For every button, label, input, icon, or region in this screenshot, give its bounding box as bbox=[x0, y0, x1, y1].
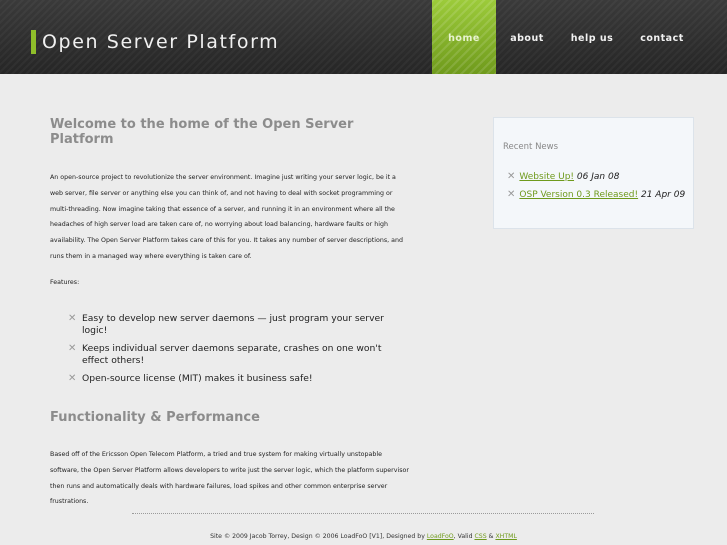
feature-text: Easy to develop new server daemons — jus… bbox=[82, 312, 384, 337]
recent-news-panel: Recent News ✕ Website Up! 06 Jan 08 ✕ OSP … bbox=[493, 117, 694, 229]
news-link-osp-release[interactable]: OSP Version 0.3 Released! bbox=[519, 190, 638, 200]
cross-bullet-icon: ✕ bbox=[507, 189, 516, 200]
feature-text: Open-source license (MIT) makes it busin… bbox=[82, 372, 313, 384]
nav-about-label: about bbox=[510, 32, 544, 44]
footer-css-link[interactable]: CSS bbox=[474, 533, 486, 540]
nav-home-label: home bbox=[448, 32, 480, 44]
news-date: 06 Jan 08 bbox=[576, 172, 620, 182]
footer-designer-link[interactable]: LoadFoO bbox=[427, 533, 454, 540]
nav-about[interactable]: about bbox=[496, 0, 558, 74]
list-item: ✕ Open-source license (MIT) makes it busi… bbox=[50, 373, 410, 386]
site-brand[interactable]: Open Server Platform bbox=[31, 30, 279, 54]
brand-accent-bar bbox=[31, 30, 36, 54]
recent-news-title: Recent News bbox=[503, 142, 559, 152]
nav-help-us[interactable]: help us bbox=[558, 0, 626, 74]
feature-text: Keeps individual server daemons separate… bbox=[82, 342, 382, 367]
site-header: Open Server Platform home about help us … bbox=[0, 0, 727, 74]
nav-home[interactable]: home bbox=[432, 0, 496, 74]
nav-contact-label: contact bbox=[640, 32, 684, 44]
list-item: ✕ Easy to develop new server daemons — ju… bbox=[50, 313, 410, 338]
main-content: Welcome to the home of the Open Server P… bbox=[50, 117, 410, 510]
features-label: Features: bbox=[50, 278, 80, 286]
list-item: ✕ Keeps individual server daemons separat… bbox=[50, 343, 410, 368]
news-list: ✕ Website Up! 06 Jan 08 ✕ OSP Version 0.3 … bbox=[507, 168, 685, 204]
welcome-heading: Welcome to the home of the Open Server P… bbox=[50, 117, 354, 147]
cross-bullet-icon: ✕ bbox=[68, 312, 77, 324]
cross-bullet-icon: ✕ bbox=[68, 342, 77, 354]
footer-valid-text: , Valid bbox=[453, 533, 473, 540]
main-nav: home about help us contact bbox=[432, 0, 698, 74]
list-item: ✕ OSP Version 0.3 Released! 21 Apr 09 bbox=[507, 186, 685, 204]
cross-bullet-icon: ✕ bbox=[507, 171, 516, 182]
site-title: Open Server Platform bbox=[42, 31, 280, 53]
footer-divider bbox=[132, 513, 594, 514]
cross-bullet-icon: ✕ bbox=[68, 372, 77, 384]
news-link-website-up[interactable]: Website Up! bbox=[519, 172, 574, 182]
footer-copyright: Site © 2009 Jacob Torrey, Design © 2006 … bbox=[210, 533, 425, 540]
footer-xhtml-link[interactable]: XHTML bbox=[495, 533, 516, 540]
nav-help-us-label: help us bbox=[570, 32, 614, 44]
list-item: ✕ Website Up! 06 Jan 08 bbox=[507, 168, 685, 186]
site-footer: Site © 2009 Jacob Torrey, Design © 2006 … bbox=[0, 533, 727, 540]
news-date: 21 Apr 09 bbox=[640, 190, 686, 200]
functionality-paragraph: Based off of the Ericsson Open Telecom P… bbox=[50, 451, 409, 506]
functionality-heading: Functionality & Performance bbox=[50, 410, 260, 426]
features-list: ✕ Easy to develop new server daemons — ju… bbox=[50, 313, 410, 386]
nav-contact[interactable]: contact bbox=[626, 0, 698, 74]
intro-paragraph: An open-source project to revolutionize … bbox=[50, 174, 403, 260]
footer-amp: & bbox=[488, 533, 494, 540]
